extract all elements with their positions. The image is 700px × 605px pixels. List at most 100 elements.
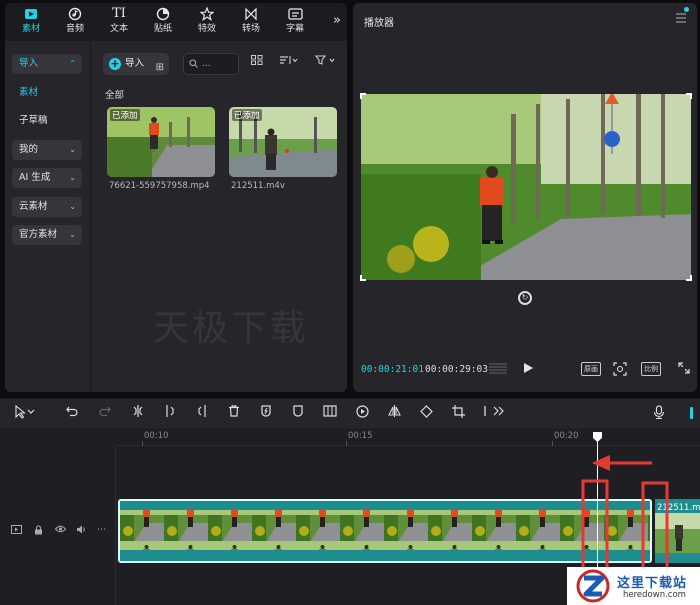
fullscreen-icon[interactable]: [678, 362, 690, 377]
sidebar-item-label: 云素材: [19, 201, 48, 212]
mirror-icon[interactable]: [388, 405, 401, 420]
toggle-indicator[interactable]: [690, 407, 693, 419]
rotate-square-icon[interactable]: [420, 405, 433, 421]
import-button[interactable]: + 导入 ⊞: [103, 53, 169, 75]
chevron-down-icon: ⌄: [69, 202, 76, 211]
effects-icon: [187, 5, 227, 23]
rotate-icon[interactable]: ↻: [518, 291, 532, 305]
waveform-icon[interactable]: [488, 362, 508, 377]
tab-effects[interactable]: 特效: [187, 5, 227, 39]
sidebar-item-mine[interactable]: 我的 ⌄: [12, 140, 82, 160]
cover-icon[interactable]: [11, 525, 22, 537]
tab-media[interactable]: 素材: [11, 5, 51, 39]
split-left-icon[interactable]: [164, 405, 176, 420]
more-tools-icon[interactable]: [484, 405, 506, 420]
logo-mark-icon: [576, 569, 610, 603]
original-quality-button[interactable]: 原画: [581, 362, 601, 376]
timeline-left-spacer: [0, 446, 116, 497]
tab-audio[interactable]: 音频: [55, 5, 95, 39]
delete-icon[interactable]: [228, 405, 240, 420]
clip-name: 212511.m: [657, 503, 700, 513]
time-ruler[interactable]: 00:10 00:15 00:20: [116, 428, 700, 446]
added-badge: 已添加: [232, 109, 262, 121]
sidebar-item-subdraft[interactable]: 子草稿: [12, 111, 82, 131]
menu-icon[interactable]: [675, 12, 687, 26]
sidebar-item-label: 我的: [19, 144, 39, 155]
media-thumbnail[interactable]: 已添加: [107, 107, 215, 177]
sidebar-item-import[interactable]: 导入 ⌃: [12, 54, 82, 74]
fullscreen-focus-icon[interactable]: [613, 362, 627, 379]
playhead-handle[interactable]: [592, 428, 603, 442]
ruler-label: 00:15: [348, 431, 373, 441]
caption-icon: [275, 5, 315, 23]
tab-sticker[interactable]: 贴纸: [143, 5, 183, 39]
tab-transition[interactable]: 转场: [231, 5, 271, 39]
freeze-frame-icon[interactable]: [323, 405, 337, 420]
shield-icon[interactable]: [292, 405, 304, 420]
video-clip[interactable]: [118, 499, 652, 563]
tab-label: 特效: [197, 24, 216, 34]
select-cursor-icon[interactable]: [14, 404, 36, 422]
media-panel: 素材 音频 TI 文本 贴纸 特效 转场 字幕 » 导入 ⌃ 素材 子草稿 我的…: [5, 3, 347, 392]
ratio-button[interactable]: 比例: [641, 362, 661, 376]
ruler-label: 00:10: [144, 431, 169, 441]
play-icon[interactable]: [522, 362, 534, 377]
volume-icon[interactable]: [76, 525, 87, 537]
media-content: + 导入 ⊞ ... 全部 已添加 已添加 76621-559757958.mp…: [93, 41, 347, 392]
mask-shield-icon[interactable]: [260, 405, 272, 420]
sidebar-item-label: 官方素材: [19, 229, 58, 240]
search-input[interactable]: ...: [183, 53, 239, 75]
ruler-label: 00:20: [554, 431, 579, 441]
sidebar-item-material[interactable]: 素材: [12, 83, 82, 103]
redo-icon[interactable]: [99, 405, 111, 420]
lock-icon[interactable]: [34, 525, 43, 538]
filter-icon[interactable]: [314, 55, 337, 68]
eye-icon[interactable]: [54, 525, 67, 536]
timeline-toolbar: [0, 398, 700, 428]
section-label: 全部: [105, 90, 125, 101]
grid-icon[interactable]: ⊞: [156, 57, 164, 79]
play-circle-icon[interactable]: [356, 405, 369, 421]
more-options-icon[interactable]: ⋯: [97, 525, 106, 535]
crop-corner[interactable]: [360, 275, 366, 281]
view-toggle-icon[interactable]: [251, 55, 263, 68]
ruler-tick: [142, 441, 143, 446]
sidebar-item-label: 子草稿: [19, 115, 48, 126]
split-icon[interactable]: [132, 405, 144, 420]
audio-icon: [55, 5, 95, 23]
sidebar-item-ai[interactable]: AI 生成 ⌄: [12, 168, 82, 188]
tab-text[interactable]: TI 文本: [99, 5, 139, 39]
sidebar-item-label: 素材: [19, 87, 39, 98]
more-tabs-icon[interactable]: »: [333, 13, 341, 28]
video-preview[interactable]: [360, 92, 692, 281]
tab-caption[interactable]: 字幕: [275, 5, 315, 39]
sidebar-item-official[interactable]: 官方素材 ⌄: [12, 225, 82, 245]
crop-corner[interactable]: [360, 93, 366, 99]
app-window: 素材 音频 TI 文本 贴纸 特效 转场 字幕 » 导入 ⌃ 素材 子草稿 我的…: [0, 0, 700, 605]
player-title: 播放器: [364, 18, 394, 29]
tab-label: 音频: [65, 24, 84, 34]
microphone-icon[interactable]: [653, 405, 665, 422]
sidebar-item-label: AI 生成: [19, 172, 51, 183]
media-thumbnail[interactable]: 已添加: [229, 107, 337, 177]
split-right-icon[interactable]: [196, 405, 208, 420]
ruler-tick: [552, 441, 553, 446]
plus-icon: +: [109, 57, 121, 70]
tab-label: 素材: [21, 24, 40, 34]
sort-icon[interactable]: [279, 55, 299, 68]
sidebar-item-cloud[interactable]: 云素材 ⌄: [12, 197, 82, 217]
video-clip[interactable]: 212511.m: [655, 499, 700, 563]
media-filename: 212511.m4v: [231, 181, 285, 191]
crop-icon[interactable]: [452, 405, 465, 421]
current-timecode: 00:00:21:01: [361, 364, 424, 375]
crop-corner[interactable]: [686, 93, 692, 99]
chevron-down-icon: ⌄: [69, 230, 76, 239]
ruler-tick: [346, 441, 347, 446]
media-sidebar: 导入 ⌃ 素材 子草稿 我的 ⌄ AI 生成 ⌄ 云素材 ⌄ 官方素材 ⌄: [5, 41, 91, 392]
chevron-up-icon: ⌃: [69, 59, 76, 68]
chevron-down-icon: ⌄: [69, 145, 76, 154]
added-badge: 已添加: [110, 109, 140, 121]
crop-corner[interactable]: [686, 275, 692, 281]
media-icon: [11, 5, 51, 23]
undo-icon[interactable]: [66, 405, 78, 420]
